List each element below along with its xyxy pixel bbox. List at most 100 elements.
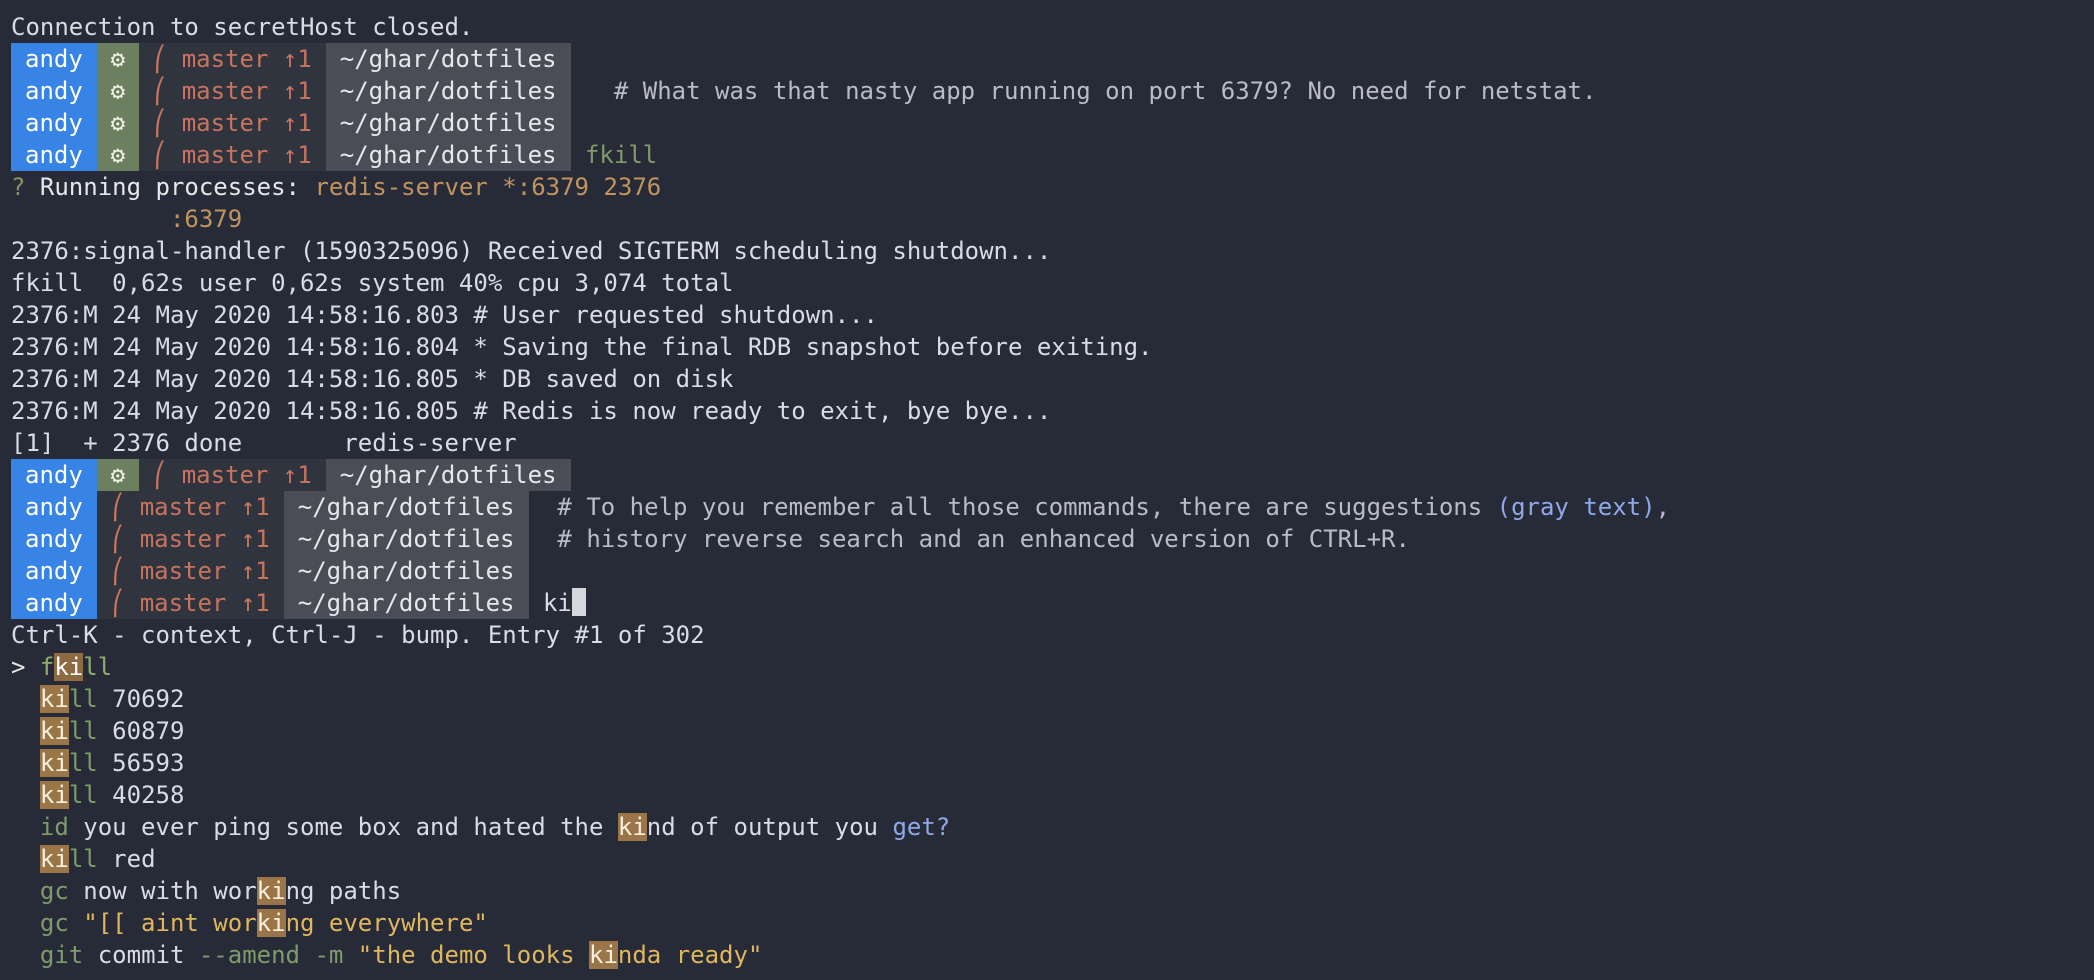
history-args: 60879	[97, 717, 185, 745]
prompt-git-segment: ⎛ master ↑1	[96, 587, 284, 619]
prompt-line-active: andy ⎛ master ↑1 ~/ghar/dotfiles ki	[11, 587, 2094, 619]
prompt-user: andy	[11, 523, 97, 555]
git-branch-icon: ⎛	[152, 45, 168, 73]
history-match: ki	[39, 845, 69, 873]
prompt-branch: master	[139, 557, 227, 585]
history-text: ll	[68, 685, 98, 713]
history-args: red	[97, 845, 156, 873]
prompt-branch: master	[139, 589, 227, 617]
running-port-line: :6379	[11, 203, 2094, 235]
git-branch-icon: ⎛	[110, 493, 126, 521]
history-match: ki	[39, 685, 69, 713]
history-args: nd of output you	[646, 813, 893, 841]
prompt-branch: master	[181, 45, 269, 73]
history-item[interactable]: kill 40258	[11, 779, 2094, 811]
prompt-user: andy	[11, 139, 97, 171]
prompt-user: andy	[11, 587, 97, 619]
prompt-dir: ~/ghar/dotfiles	[325, 139, 571, 171]
history-item[interactable]: id you ever ping some box and hated the …	[11, 811, 2094, 843]
history-match: ki	[39, 749, 69, 777]
prompt-ahead: ↑1	[240, 589, 270, 617]
history-args: now with wor	[68, 877, 257, 905]
history-text: ll	[68, 717, 98, 745]
prompt-git-segment: ⎛ master ↑1	[96, 555, 284, 587]
prompt-line: andy ⎛ master ↑1 ~/ghar/dotfiles	[11, 555, 2094, 587]
git-branch-icon: ⎛	[110, 589, 126, 617]
command-input[interactable]: ki	[543, 589, 572, 617]
history-match: ki	[256, 877, 286, 905]
history-args: "the demo looks	[343, 941, 589, 969]
history-text: f	[39, 653, 55, 681]
prompt-line: andy ⚙ ⎛ master ↑1 ~/ghar/dotfiles	[11, 107, 2094, 139]
history-match: ki	[54, 653, 84, 681]
history-command: git	[39, 941, 84, 969]
gear-icon: ⚙	[96, 75, 139, 107]
prompt-ahead: ↑1	[240, 493, 270, 521]
git-branch-icon: ⎛	[152, 461, 168, 489]
prompt-dir: ~/ghar/dotfiles	[325, 43, 571, 75]
git-branch-icon: ⎛	[152, 77, 168, 105]
comment-history: # history reverse search and an enhanced…	[557, 525, 1410, 553]
prompt-line: andy ⚙ ⎛ master ↑1 ~/ghar/dotfiles # What w…	[11, 75, 2094, 107]
prompt-ahead: ↑1	[240, 557, 270, 585]
history-item[interactable]: git commit --amend -m "the demo looks ki…	[11, 939, 2094, 971]
prompt-git-segment: ⎛ master ↑1	[96, 491, 284, 523]
question-mark: ?	[11, 173, 26, 201]
history-args: get?	[892, 813, 951, 841]
history-match: ki	[39, 717, 69, 745]
prompt-branch: master	[139, 525, 227, 553]
history-item[interactable]: kill red	[11, 843, 2094, 875]
history-match: ki	[617, 813, 647, 841]
history-text: ll	[83, 653, 113, 681]
output-line: fkill 0,62s user 0,62s system 40% cpu 3,…	[11, 269, 734, 297]
gear-icon: ⚙	[96, 43, 139, 75]
output-line: 2376:signal-handler (1590325096) Receive…	[11, 237, 1052, 265]
prompt-dir: ~/ghar/dotfiles	[325, 107, 571, 139]
history-args: "[[ aint wor	[68, 909, 257, 937]
terminal-window[interactable]: Connection to secretHost closed. andy ⚙ ⎛ …	[0, 0, 2094, 971]
output-line: 2376:M 24 May 2020 14:58:16.805 * DB sav…	[11, 365, 734, 393]
prompt-dir: ~/ghar/dotfiles	[283, 555, 529, 587]
prompt-branch: master	[181, 109, 269, 137]
prompt-dir: ~/ghar/dotfiles	[325, 75, 571, 107]
history-args: commit	[83, 941, 199, 969]
prompt-git-segment: ⎛ master ↑1	[138, 75, 326, 107]
prompt-line: andy ⚙ ⎛ master ↑1 ~/ghar/dotfiles fkill	[11, 139, 2094, 171]
gear-icon: ⚙	[96, 107, 139, 139]
history-match: ki	[589, 941, 618, 969]
running-port: :6379	[169, 205, 243, 233]
selection-marker: >	[11, 653, 26, 681]
history-args: ng paths	[285, 877, 402, 905]
prompt-line: andy ⎛ master ↑1 ~/ghar/dotfiles # To help…	[11, 491, 2094, 523]
history-item[interactable]: gc now with working paths	[11, 875, 2094, 907]
text-cursor	[571, 588, 586, 616]
prompt-dir: ~/ghar/dotfiles	[325, 459, 571, 491]
history-item[interactable]: kill 70692	[11, 683, 2094, 715]
history-args: ng everywhere"	[285, 909, 488, 937]
running-process-option[interactable]: redis-server *:6379 2376	[314, 173, 661, 201]
comment-suggestions: # To help you remember all those command…	[557, 493, 1483, 521]
prompt-ahead: ↑1	[282, 461, 312, 489]
prompt-git-segment: ⎛ master ↑1	[138, 107, 326, 139]
history-text: ll	[68, 845, 98, 873]
history-item[interactable]: kill 56593	[11, 747, 2094, 779]
prompt-ahead: ↑1	[282, 77, 312, 105]
prompt-user: andy	[11, 75, 97, 107]
history-command: gc	[39, 877, 69, 905]
git-branch-icon: ⎛	[110, 525, 126, 553]
git-branch-icon: ⎛	[152, 141, 168, 169]
comment-gray-text: (gray text)	[1496, 493, 1656, 521]
prompt-ahead: ↑1	[282, 45, 312, 73]
prompt-branch: master	[181, 141, 269, 169]
prompt-git-segment: ⎛ master ↑1	[96, 523, 284, 555]
history-search-status: Ctrl-K - context, Ctrl-J - bump. Entry #…	[11, 621, 705, 649]
history-text: ll	[68, 781, 98, 809]
prompt-user: andy	[11, 107, 97, 139]
prompt-line: andy ⚙ ⎛ master ↑1 ~/ghar/dotfiles	[11, 43, 2094, 75]
history-item[interactable]: kill 60879	[11, 715, 2094, 747]
history-item-selected[interactable]: > fkill	[11, 651, 2094, 683]
prompt-branch: master	[139, 493, 227, 521]
history-item[interactable]: gc "[[ aint working everywhere"	[11, 907, 2094, 939]
git-branch-icon: ⎛	[110, 557, 126, 585]
output-line: 2376:M 24 May 2020 14:58:16.803 # User r…	[11, 301, 878, 329]
